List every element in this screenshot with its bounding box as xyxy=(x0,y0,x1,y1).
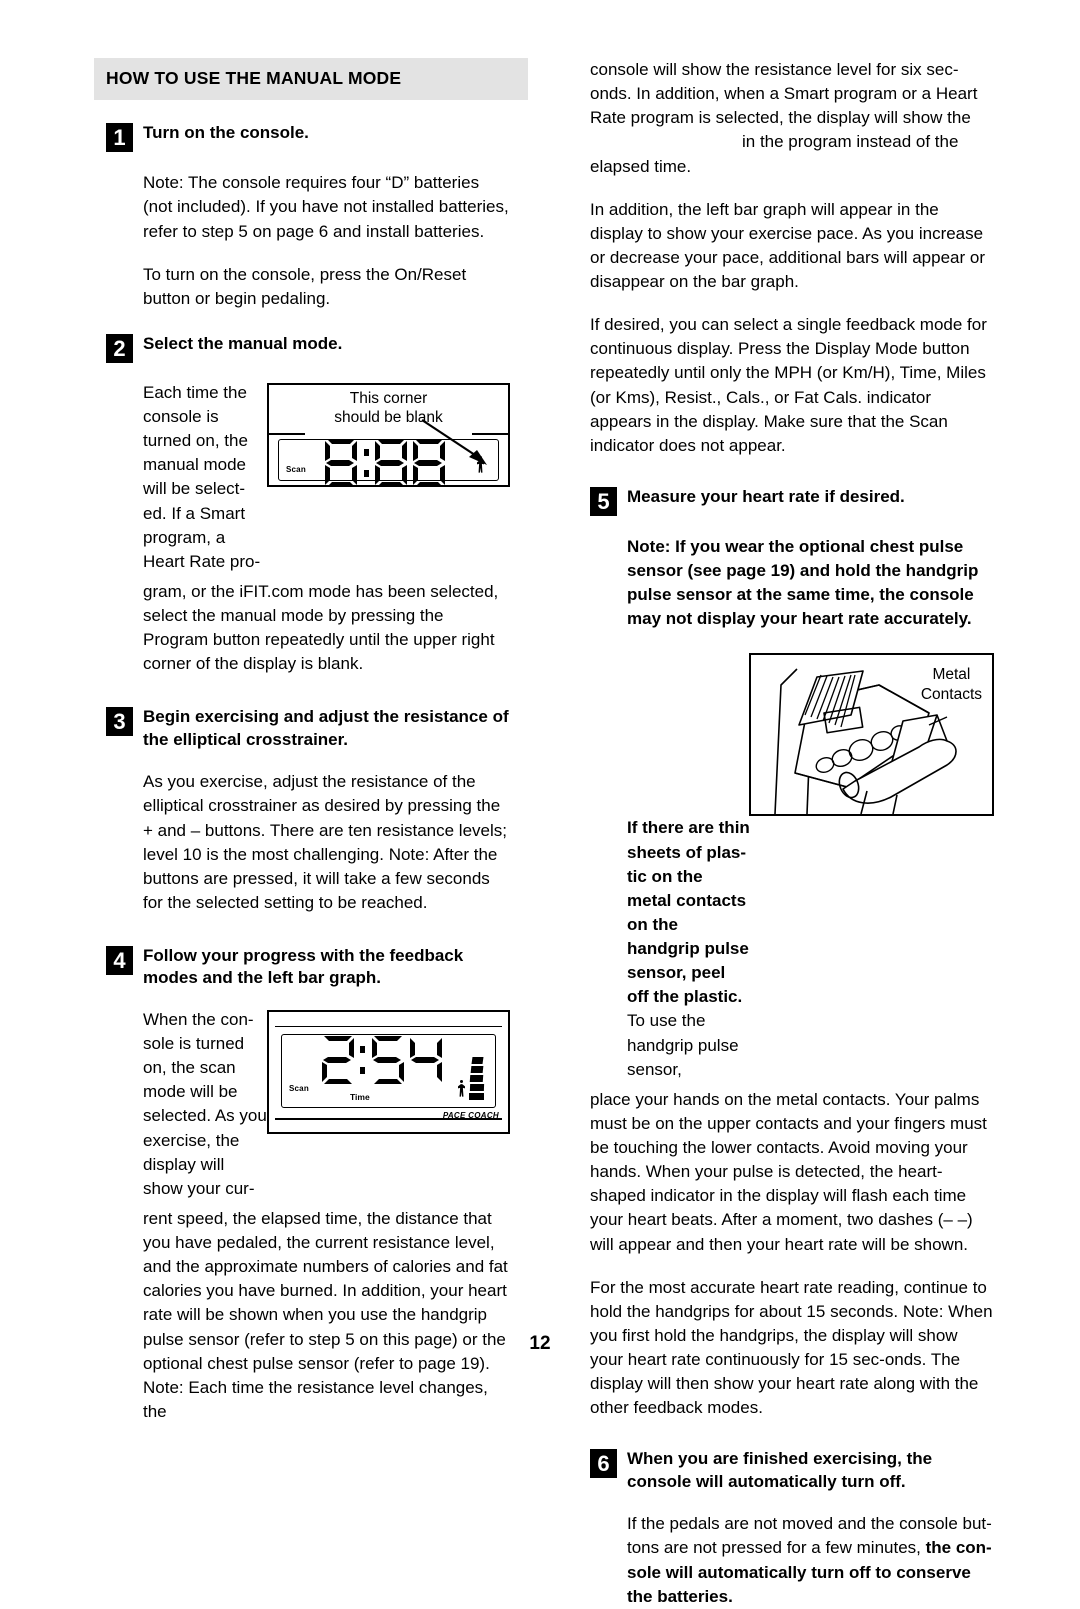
step-1-paragraph-2: To turn on the console, press the On/Res… xyxy=(143,264,467,308)
step-6-number: 6 xyxy=(590,1449,617,1479)
step-5: 5 Measure your heart rate if desired. xyxy=(590,486,994,516)
step-3: 3 Begin exercising and adjust the resist… xyxy=(106,706,510,751)
figure-caption: This corner should be blank xyxy=(269,389,508,428)
right-paragraph-1-part-2: in the program instead of the elapsed ti… xyxy=(590,132,959,176)
step-4: 4 Follow your progress with the feedback… xyxy=(106,945,510,990)
pace-coach-label: PACE COACH xyxy=(442,1110,499,1120)
metal-contacts-label: Metal Contacts xyxy=(921,665,982,704)
step-6-paragraph: If the pedals are not moved and the cons… xyxy=(627,1512,994,1609)
step-5-flow-text: place your hands on the metal contacts. … xyxy=(590,1089,987,1254)
scan-indicator-label: Scan xyxy=(289,1083,309,1093)
figure-caption-line-2: should be blank xyxy=(334,409,443,427)
step-4-wrap: Scan Time PACE COACH When the con-sole i… xyxy=(143,1008,510,1201)
step-6-title: When you are finished exercising, the co… xyxy=(627,1449,933,1491)
figure-caption-line-1: This corner xyxy=(349,389,428,407)
step-5-note: Note: If you wear the optional chest pul… xyxy=(627,536,979,629)
step-3-paragraph-1: As you exercise, adjust the resistance o… xyxy=(143,772,507,912)
step-5-title: Measure your heart rate if desired. xyxy=(627,486,905,506)
right-paragraph-2: In addition, the left bar graph will app… xyxy=(590,199,986,291)
step-2-flow-text: gram, or the iFIT.com mode has been sele… xyxy=(143,581,499,674)
right-paragraph-1: console will show the resistance level f… xyxy=(590,58,994,179)
step-4-side-text: When the con-sole is turned on, the scan… xyxy=(143,1009,267,1198)
pace-coach-bar-graph xyxy=(469,1056,485,1100)
lcd-panel: Scan Time xyxy=(281,1031,496,1108)
step-2: 2 Select the manual mode. xyxy=(106,333,510,363)
step-3-title: Begin exercising and adjust the resistan… xyxy=(143,707,509,749)
time-indicator-label: Time xyxy=(350,1091,370,1102)
step-2-wrap: This corner should be blank Scan Each ti… xyxy=(143,381,510,574)
console-display-figure-scan-time: Scan Time PACE COACH xyxy=(267,1009,510,1134)
manual-page: HOW TO USE THE MANUAL MODE 1 Turn on the… xyxy=(0,0,1080,1606)
right-column: console will show the resistance level f… xyxy=(590,58,994,1609)
step-2-title: Select the manual mode. xyxy=(143,333,343,353)
right-paragraph-3: If desired, you can select a single feed… xyxy=(590,315,987,455)
step-1-paragraph-1: Note: The console requires four “D” batt… xyxy=(143,173,509,241)
handgrip-pulse-sensor-figure: Metal Contacts xyxy=(749,653,994,817)
step-5-wrap: Metal Contacts If there are thin sheets … xyxy=(627,649,994,1081)
step-5-side-text-plain: To use the handgrip pulse sensor, xyxy=(627,1011,739,1079)
console-display-figure-blank-corner: This corner should be blank Scan xyxy=(267,382,510,487)
step-2-side-text: Each time the console is turned on, the … xyxy=(143,382,261,571)
bezel-line-left xyxy=(269,432,305,435)
step-5-side-text-bold: If there are thin sheets of plas-tic on … xyxy=(627,818,750,1007)
step-5-side-text: If there are thin sheets of plas-tic on … xyxy=(627,816,751,1081)
section-heading: HOW TO USE THE MANUAL MODE xyxy=(94,58,528,101)
step-5-number: 5 xyxy=(590,486,617,516)
seven-segment-digits xyxy=(322,1035,442,1084)
metal-contacts-label-line-1: Metal xyxy=(932,666,971,684)
person-icon xyxy=(458,1079,465,1097)
metal-contacts-label-line-2: Contacts xyxy=(920,685,982,703)
step-3-number: 3 xyxy=(106,707,133,737)
step-4-number: 4 xyxy=(106,946,133,975)
bezel-line-top xyxy=(275,1025,502,1028)
left-column: HOW TO USE THE MANUAL MODE 1 Turn on the… xyxy=(94,58,528,1424)
step-2-number: 2 xyxy=(106,333,133,363)
step-1: 1 Turn on the console. xyxy=(106,122,510,153)
lcd-time-value xyxy=(318,1031,450,1093)
step-1-title: Turn on the console. xyxy=(143,123,309,143)
page-number: 12 xyxy=(529,1333,551,1354)
right-paragraph-1-part-1: console will show the resistance level f… xyxy=(590,60,978,128)
scan-indicator-label: Scan xyxy=(286,464,306,474)
step-4-title: Follow your progress with the feedback m… xyxy=(143,946,464,988)
step-1-number: 1 xyxy=(106,123,133,153)
step-4-flow-text: rent speed, the elapsed time, the distan… xyxy=(143,1208,508,1421)
step-6: 6 When you are finished exercising, the … xyxy=(590,1448,994,1493)
